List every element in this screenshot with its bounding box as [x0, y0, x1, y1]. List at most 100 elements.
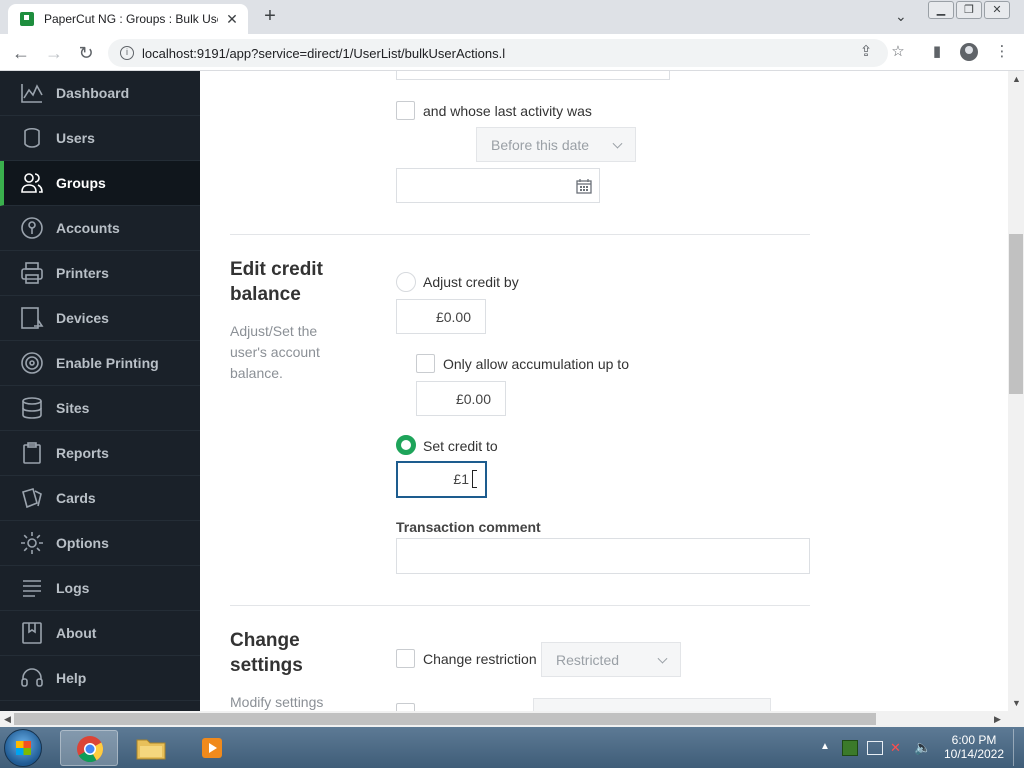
sidebar-item-label: Dashboard	[56, 85, 130, 101]
window-controls: ▁ ❐ ✕	[926, 1, 1010, 21]
bookmark-star-icon[interactable]: ☆	[887, 42, 909, 60]
action-center-icon[interactable]: ✕	[890, 740, 901, 756]
edit-credit-description: Adjust/Set the user's account balance.	[230, 323, 320, 381]
sidebar-item-about[interactable]: About	[0, 611, 200, 656]
database-icon	[22, 397, 42, 419]
activity-date-input[interactable]	[396, 168, 600, 203]
partial-text-field[interactable]	[396, 71, 670, 80]
set-credit-radio[interactable]	[396, 435, 416, 455]
sidebar-item-printers[interactable]: Printers	[0, 251, 200, 296]
sidebar-item-label: Logs	[56, 580, 90, 596]
forward-arrow-icon[interactable]: →	[43, 42, 65, 64]
scroll-right-arrow-icon[interactable]: ▶	[994, 714, 1001, 725]
scroll-left-arrow-icon[interactable]: ◀	[4, 714, 11, 725]
tab-search-chevron-icon[interactable]: ⌄	[895, 8, 907, 25]
folder-icon	[136, 739, 166, 760]
address-bar[interactable]: i localhost:9191/app?service=direct/1/Us…	[108, 39, 888, 67]
menu-kebab-icon[interactable]: ⋮	[991, 42, 1013, 60]
group-icon	[21, 173, 43, 193]
adjust-credit-radio[interactable]	[396, 272, 416, 292]
minimize-button[interactable]: ▁	[928, 1, 954, 19]
sidebar-nav: Dashboard Users Groups Accounts Printers…	[0, 71, 200, 711]
headset-icon	[21, 668, 43, 687]
sidebar-item-help[interactable]: Help	[0, 656, 200, 701]
accumulation-input[interactable]: £0.00	[416, 381, 506, 416]
close-window-button[interactable]: ✕	[984, 1, 1010, 19]
sidebar-item-accounts[interactable]: Accounts	[0, 206, 200, 251]
vertical-scroll-thumb[interactable]	[1009, 234, 1023, 394]
sidebar-item-devices[interactable]: Devices	[0, 296, 200, 341]
show-desktop-button[interactable]	[1013, 729, 1023, 766]
side-panel-icon[interactable]: ▮	[926, 42, 948, 60]
clipboard-icon	[23, 442, 41, 464]
sidebar-item-dashboard[interactable]: Dashboard	[0, 71, 200, 116]
clock-date: 10/14/2022	[943, 747, 1005, 761]
taskbar-explorer[interactable]	[122, 730, 180, 766]
accumulation-checkbox[interactable]	[416, 354, 435, 373]
sidebar-item-enable-printing[interactable]: Enable Printing	[0, 341, 200, 386]
main-content: and whose last activity was Before this …	[200, 71, 1008, 711]
adjust-credit-input[interactable]: £0.00	[396, 299, 486, 334]
chevron-down-icon	[612, 138, 623, 149]
transaction-comment-label: Transaction comment	[396, 519, 541, 535]
change-restriction-label: Change restriction	[423, 651, 537, 667]
piggy-bank-icon	[21, 217, 43, 239]
sidebar-item-options[interactable]: Options	[0, 521, 200, 566]
sidebar-item-label: Users	[56, 130, 95, 146]
horizontal-scroll-thumb[interactable]	[14, 713, 876, 725]
new-tab-button[interactable]: +	[258, 4, 282, 28]
restore-button[interactable]: ❐	[956, 1, 982, 19]
show-hidden-icons-icon[interactable]: ▲	[820, 741, 830, 752]
browser-toolbar: ← → ↻ i localhost:9191/app?service=direc…	[0, 34, 1024, 71]
sidebar-item-reports[interactable]: Reports	[0, 431, 200, 476]
taskbar-media-player[interactable]	[184, 730, 242, 766]
sidebar-item-label: Devices	[56, 310, 109, 326]
back-arrow-icon[interactable]: ←	[10, 42, 32, 64]
printer-icon	[21, 262, 43, 284]
fingerprint-icon	[21, 352, 43, 374]
profile-avatar-icon[interactable]	[960, 43, 978, 61]
sidebar-item-cards[interactable]: Cards	[0, 476, 200, 521]
date-mode-select[interactable]: Before this date	[476, 127, 636, 162]
change-overdraft-checkbox[interactable]	[396, 703, 415, 711]
sidebar-item-label: Cards	[56, 490, 96, 506]
close-tab-icon[interactable]: ✕	[224, 11, 240, 28]
sidebar-item-groups[interactable]: Groups	[0, 161, 200, 206]
section-divider	[230, 234, 810, 235]
change-settings-title: Change settings	[230, 630, 303, 676]
network-icon[interactable]	[867, 741, 883, 755]
tray-app-icon[interactable]	[842, 740, 858, 756]
scroll-down-arrow-icon[interactable]: ▼	[1012, 698, 1021, 708]
start-button[interactable]	[4, 729, 42, 767]
share-icon[interactable]: ⇪	[855, 42, 877, 60]
taskbar-chrome[interactable]	[60, 730, 118, 766]
sidebar-item-users[interactable]: Users	[0, 116, 200, 161]
change-restriction-checkbox[interactable]	[396, 649, 415, 668]
adjust-credit-label: Adjust credit by	[423, 274, 519, 290]
sidebar-item-sites[interactable]: Sites	[0, 386, 200, 431]
overdraft-select[interactable]	[533, 698, 771, 711]
sidebar-item-label: Accounts	[56, 220, 120, 236]
last-activity-checkbox[interactable]	[396, 101, 415, 120]
chevron-down-icon	[657, 653, 668, 664]
clock[interactable]: 6:00 PM 10/14/2022	[938, 733, 1010, 761]
sidebar-item-logs[interactable]: Logs	[0, 566, 200, 611]
scroll-up-arrow-icon[interactable]: ▲	[1012, 74, 1021, 84]
url-text: localhost:9191/app?service=direct/1/User…	[142, 45, 506, 61]
last-activity-label: and whose last activity was	[423, 103, 592, 119]
chrome-icon	[77, 736, 104, 763]
reload-icon[interactable]: ↻	[75, 42, 97, 64]
sidebar-item-label: Help	[56, 670, 87, 686]
volume-icon[interactable]: 🔈	[914, 739, 931, 756]
restriction-value: Restricted	[556, 651, 620, 668]
clock-time: 6:00 PM	[951, 733, 997, 747]
user-icon	[24, 127, 40, 148]
device-icon	[21, 307, 44, 329]
site-info-icon[interactable]: i	[120, 46, 134, 60]
browser-tab[interactable]: PaperCut NG : Groups : Bulk User ✕	[8, 4, 248, 34]
restriction-select[interactable]: Restricted	[541, 642, 681, 677]
tab-title: PaperCut NG : Groups : Bulk User	[44, 12, 218, 26]
calendar-icon[interactable]	[576, 178, 592, 194]
transaction-comment-input[interactable]	[396, 538, 810, 574]
set-credit-label: Set credit to	[423, 438, 498, 454]
